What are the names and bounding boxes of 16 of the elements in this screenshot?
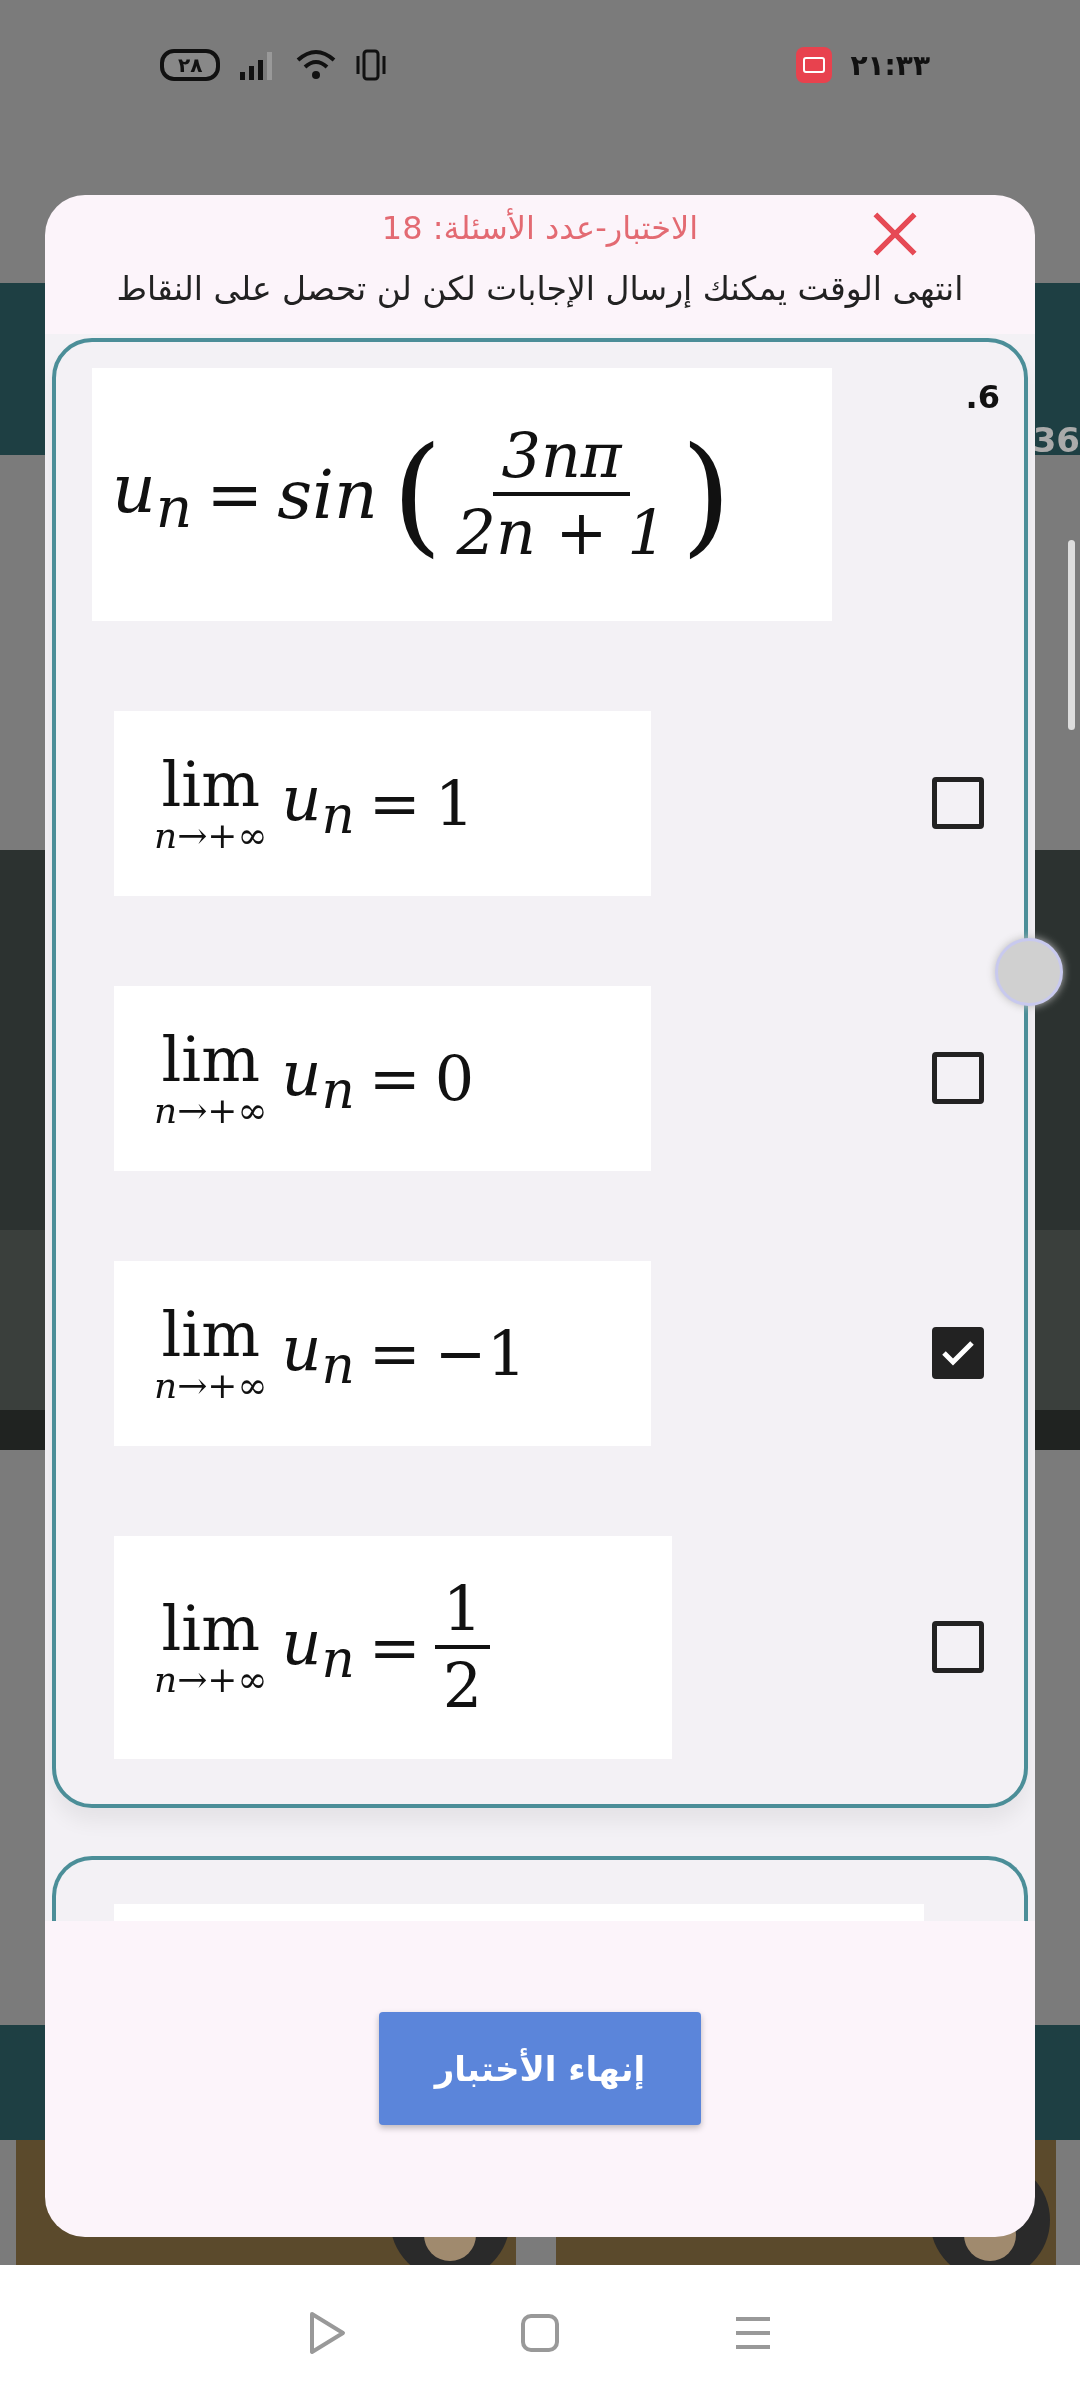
checkbox[interactable] — [932, 1052, 984, 1105]
wifi-icon — [296, 48, 337, 82]
home-icon[interactable] — [520, 2312, 560, 2353]
recording-icon — [796, 47, 833, 83]
dialog-message: انتهى الوقت يمكنك إرسال الإجابات لكن لن تحصل على النقاط — [116, 268, 964, 310]
counter-text: 36 — [1032, 420, 1080, 460]
vibrate-icon — [354, 48, 389, 82]
checkbox[interactable] — [932, 1621, 984, 1674]
status-time: ٢١:٣٣ — [850, 48, 930, 82]
check-icon — [941, 1339, 975, 1368]
battery-icon: ٢٨ — [160, 49, 221, 81]
dialog-title: الاختبار-عدد الأسئلة: 18 — [381, 209, 699, 247]
checkbox[interactable] — [932, 1327, 984, 1380]
question-number: .6 — [965, 377, 1000, 416]
checkbox[interactable] — [932, 777, 984, 830]
finish-button[interactable]: إنهاء الأختبار — [379, 2012, 701, 2126]
